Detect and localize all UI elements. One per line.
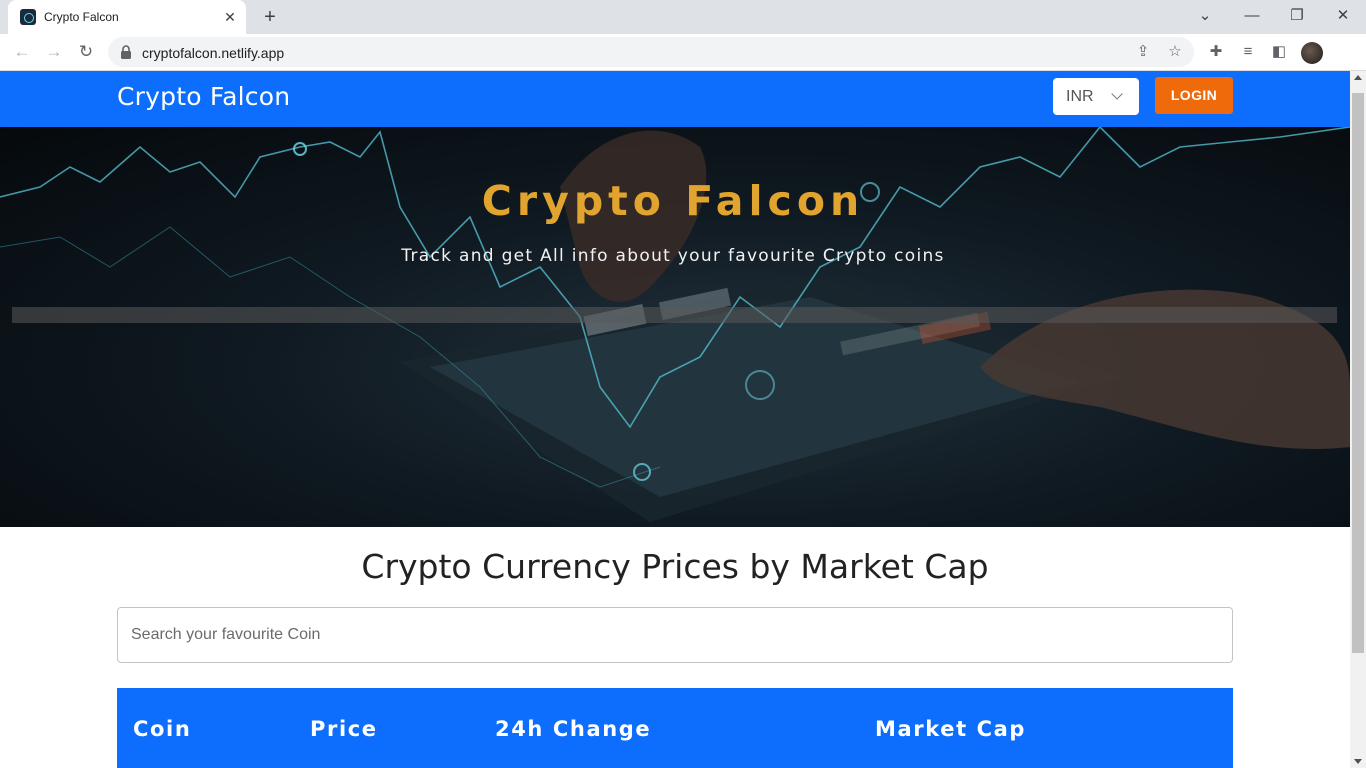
minimize-icon[interactable]: —: [1239, 4, 1265, 28]
forward-icon[interactable]: →: [42, 40, 66, 64]
page-scrollbar[interactable]: [1350, 71, 1366, 768]
column-header-price[interactable]: Price: [310, 717, 378, 741]
media-control-icon[interactable]: ≡: [1237, 41, 1259, 63]
window-close-icon[interactable]: ✕: [1330, 4, 1356, 28]
trending-carousel[interactable]: [12, 307, 1337, 323]
hero-title: Crypto Falcon: [481, 177, 865, 225]
page-viewport: Crypto Falcon INR LOGIN Crypto Falcon Tr…: [0, 71, 1350, 768]
hero-subtitle: Track and get All info about your favour…: [401, 246, 945, 266]
tab-title: Crypto Falcon: [44, 10, 119, 24]
browser-toolbar: ← → ↻ cryptofalcon.netlify.app ⇪ ☆ ✚ ≡ ◧: [0, 34, 1366, 71]
tab-close-icon[interactable]: ✕: [220, 7, 240, 27]
lock-icon: [121, 45, 131, 59]
extensions-icon[interactable]: ✚: [1205, 41, 1227, 63]
column-header-24h-change[interactable]: 24h Change: [495, 717, 651, 741]
browser-tab-strip: Crypto Falcon ✕ + ⌄ — ❐ ✕: [0, 0, 1366, 34]
scroll-up-arrow-icon[interactable]: [1354, 75, 1362, 80]
maximize-icon[interactable]: ❐: [1284, 4, 1310, 28]
browser-tab-active[interactable]: Crypto Falcon ✕: [8, 0, 246, 34]
scroll-down-arrow-icon[interactable]: [1354, 759, 1362, 764]
chevron-down-icon: [1111, 88, 1123, 100]
coin-search-input[interactable]: [117, 607, 1233, 663]
currency-value: INR: [1066, 88, 1094, 105]
section-heading: Crypto Currency Prices by Market Cap: [361, 547, 989, 586]
profile-avatar[interactable]: [1301, 42, 1323, 64]
scroll-thumb[interactable]: [1352, 93, 1364, 653]
app-header: Crypto Falcon INR LOGIN: [0, 71, 1350, 127]
hero-banner: Crypto Falcon Track and get All info abo…: [0, 127, 1350, 527]
address-bar[interactable]: cryptofalcon.netlify.app ⇪ ☆: [108, 37, 1194, 67]
react-favicon-icon: [20, 9, 36, 25]
reload-icon[interactable]: ↻: [74, 40, 98, 64]
url-text: cryptofalcon.netlify.app: [142, 45, 285, 61]
share-icon[interactable]: ⇪: [1133, 42, 1153, 62]
side-panel-icon[interactable]: ◧: [1268, 41, 1290, 63]
back-icon[interactable]: ←: [10, 40, 34, 64]
currency-select[interactable]: INR: [1053, 78, 1139, 115]
bookmark-star-icon[interactable]: ☆: [1165, 42, 1185, 62]
new-tab-plus-icon[interactable]: +: [258, 5, 282, 29]
brand-title[interactable]: Crypto Falcon: [117, 82, 290, 111]
column-header-coin[interactable]: Coin: [133, 717, 191, 741]
tab-search-chevron-icon[interactable]: ⌄: [1192, 4, 1218, 28]
login-button[interactable]: LOGIN: [1155, 77, 1233, 114]
coin-table-header: Coin Price 24h Change Market Cap: [117, 688, 1233, 768]
column-header-market-cap[interactable]: Market Cap: [875, 717, 1026, 741]
